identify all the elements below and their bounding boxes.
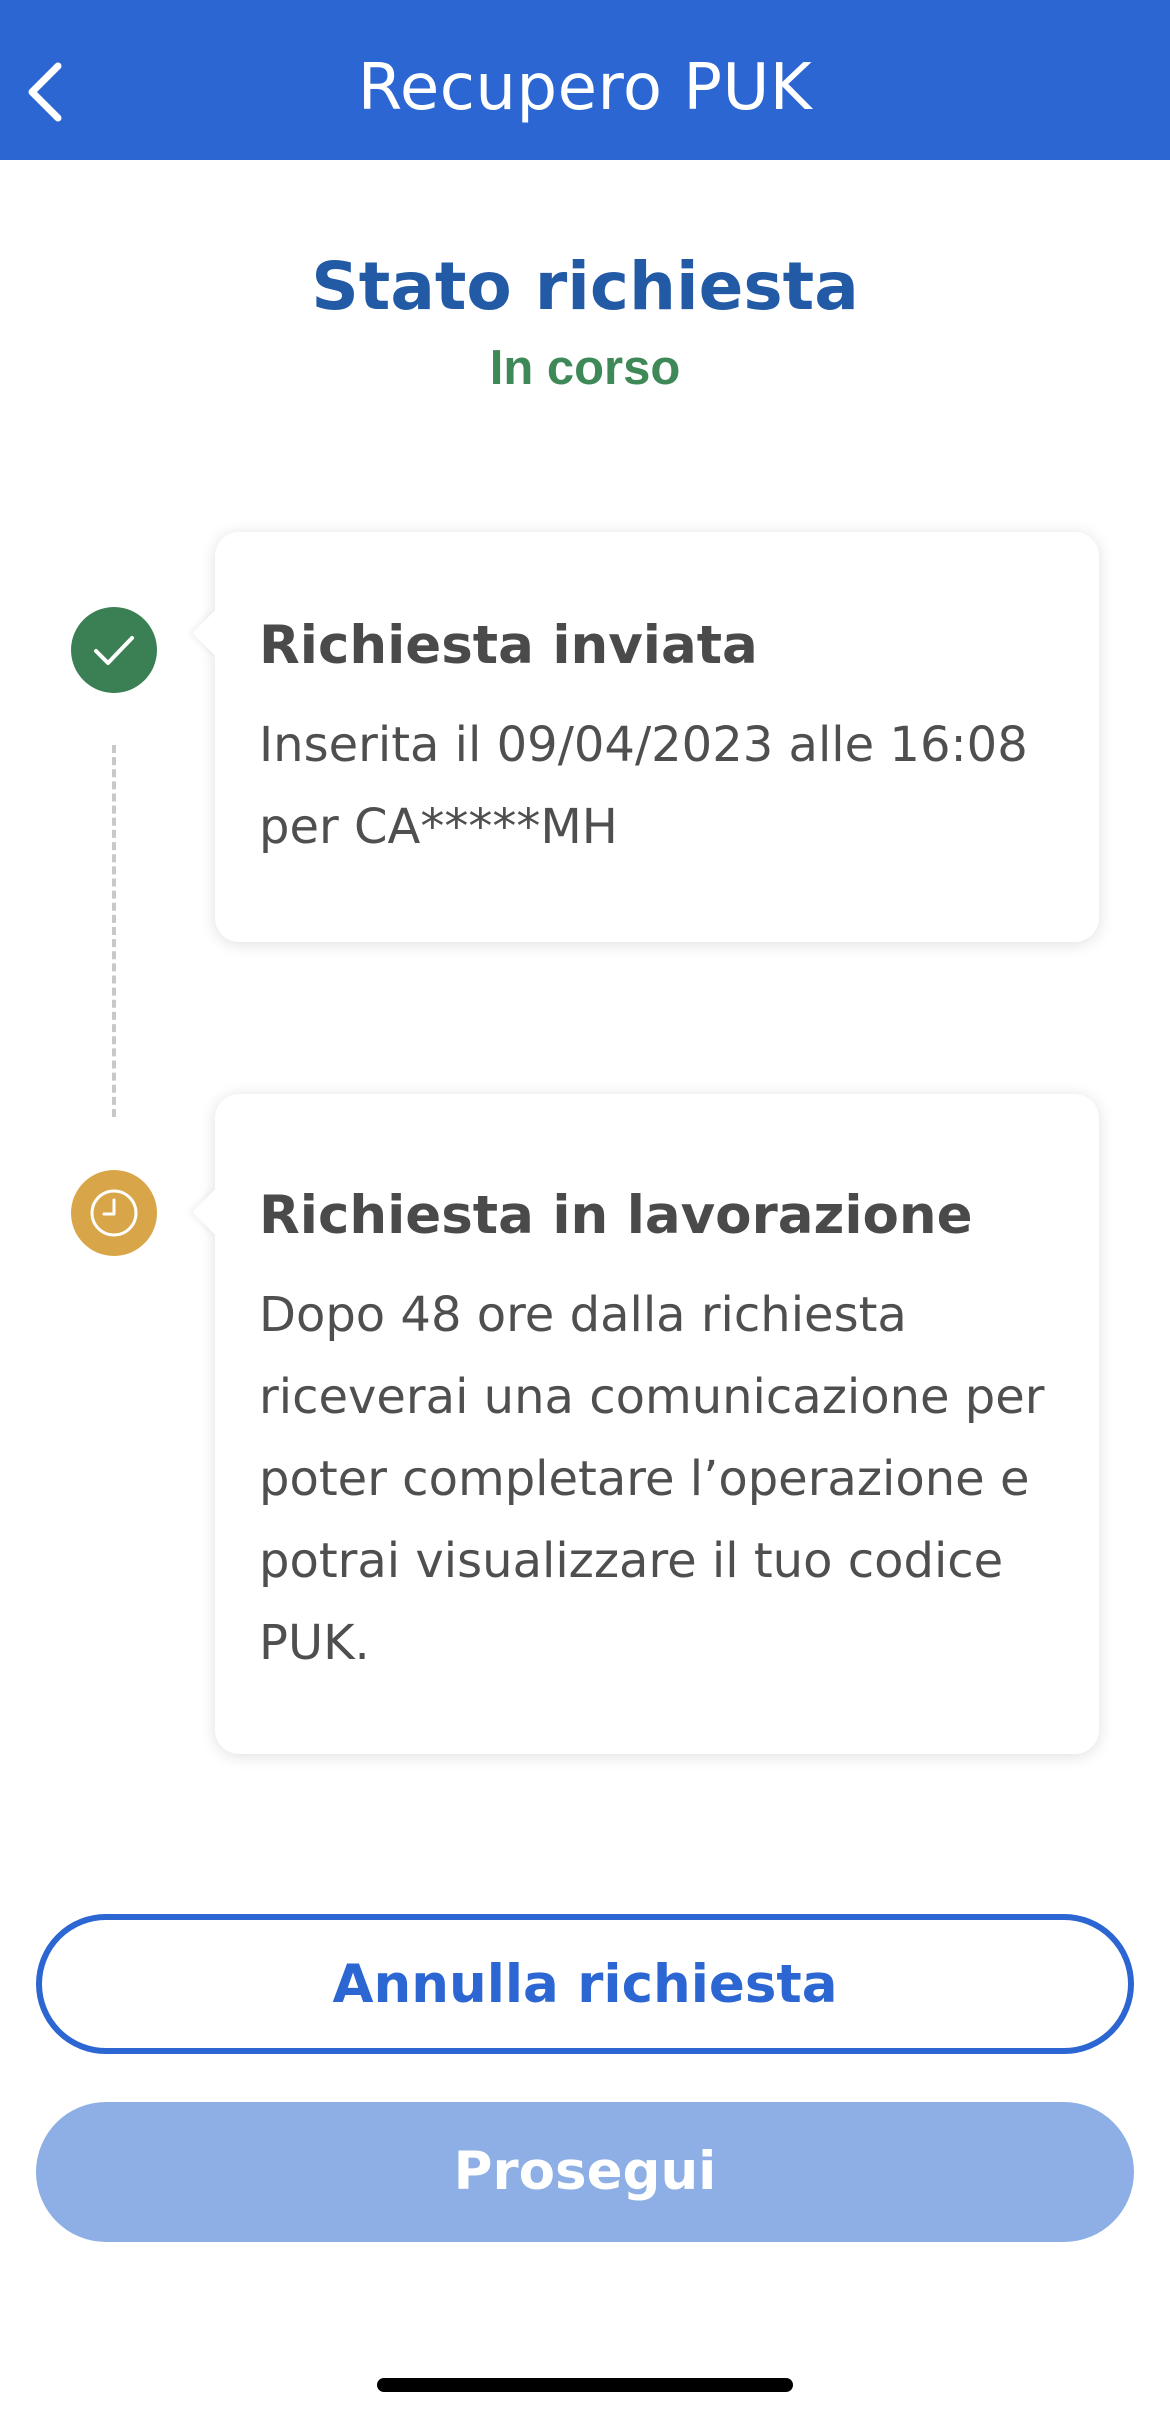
step-card-request-sent: Richiesta inviata Inserita il 09/04/2023… <box>215 532 1099 942</box>
step-title: Richiesta inviata <box>259 615 758 676</box>
step-card-request-processing: Richiesta in lavorazione Dopo 48 ore dal… <box>215 1094 1099 1754</box>
status-value: In corso <box>489 341 681 395</box>
step-title: Richiesta in lavorazione <box>259 1185 973 1246</box>
timeline-connector <box>112 745 116 1117</box>
app-header: Recupero PUK <box>0 0 1170 160</box>
cancel-request-button[interactable]: Annulla richiesta <box>36 1914 1134 2054</box>
continue-button[interactable]: Prosegui <box>36 2102 1134 2242</box>
home-indicator[interactable] <box>377 2378 793 2392</box>
check-icon <box>94 636 134 665</box>
page-title: Recupero PUK <box>357 51 813 125</box>
status-heading: Stato richiesta <box>311 248 859 325</box>
step-pending-indicator <box>71 1170 157 1256</box>
step-description: Dopo 48 ore dalla richiesta riceverai un… <box>259 1287 1045 1671</box>
step-completed-indicator <box>71 607 157 693</box>
clock-icon <box>90 1189 138 1237</box>
step-description: Inserita il 09/04/2023 alle 16:08 per CA… <box>259 717 1028 855</box>
